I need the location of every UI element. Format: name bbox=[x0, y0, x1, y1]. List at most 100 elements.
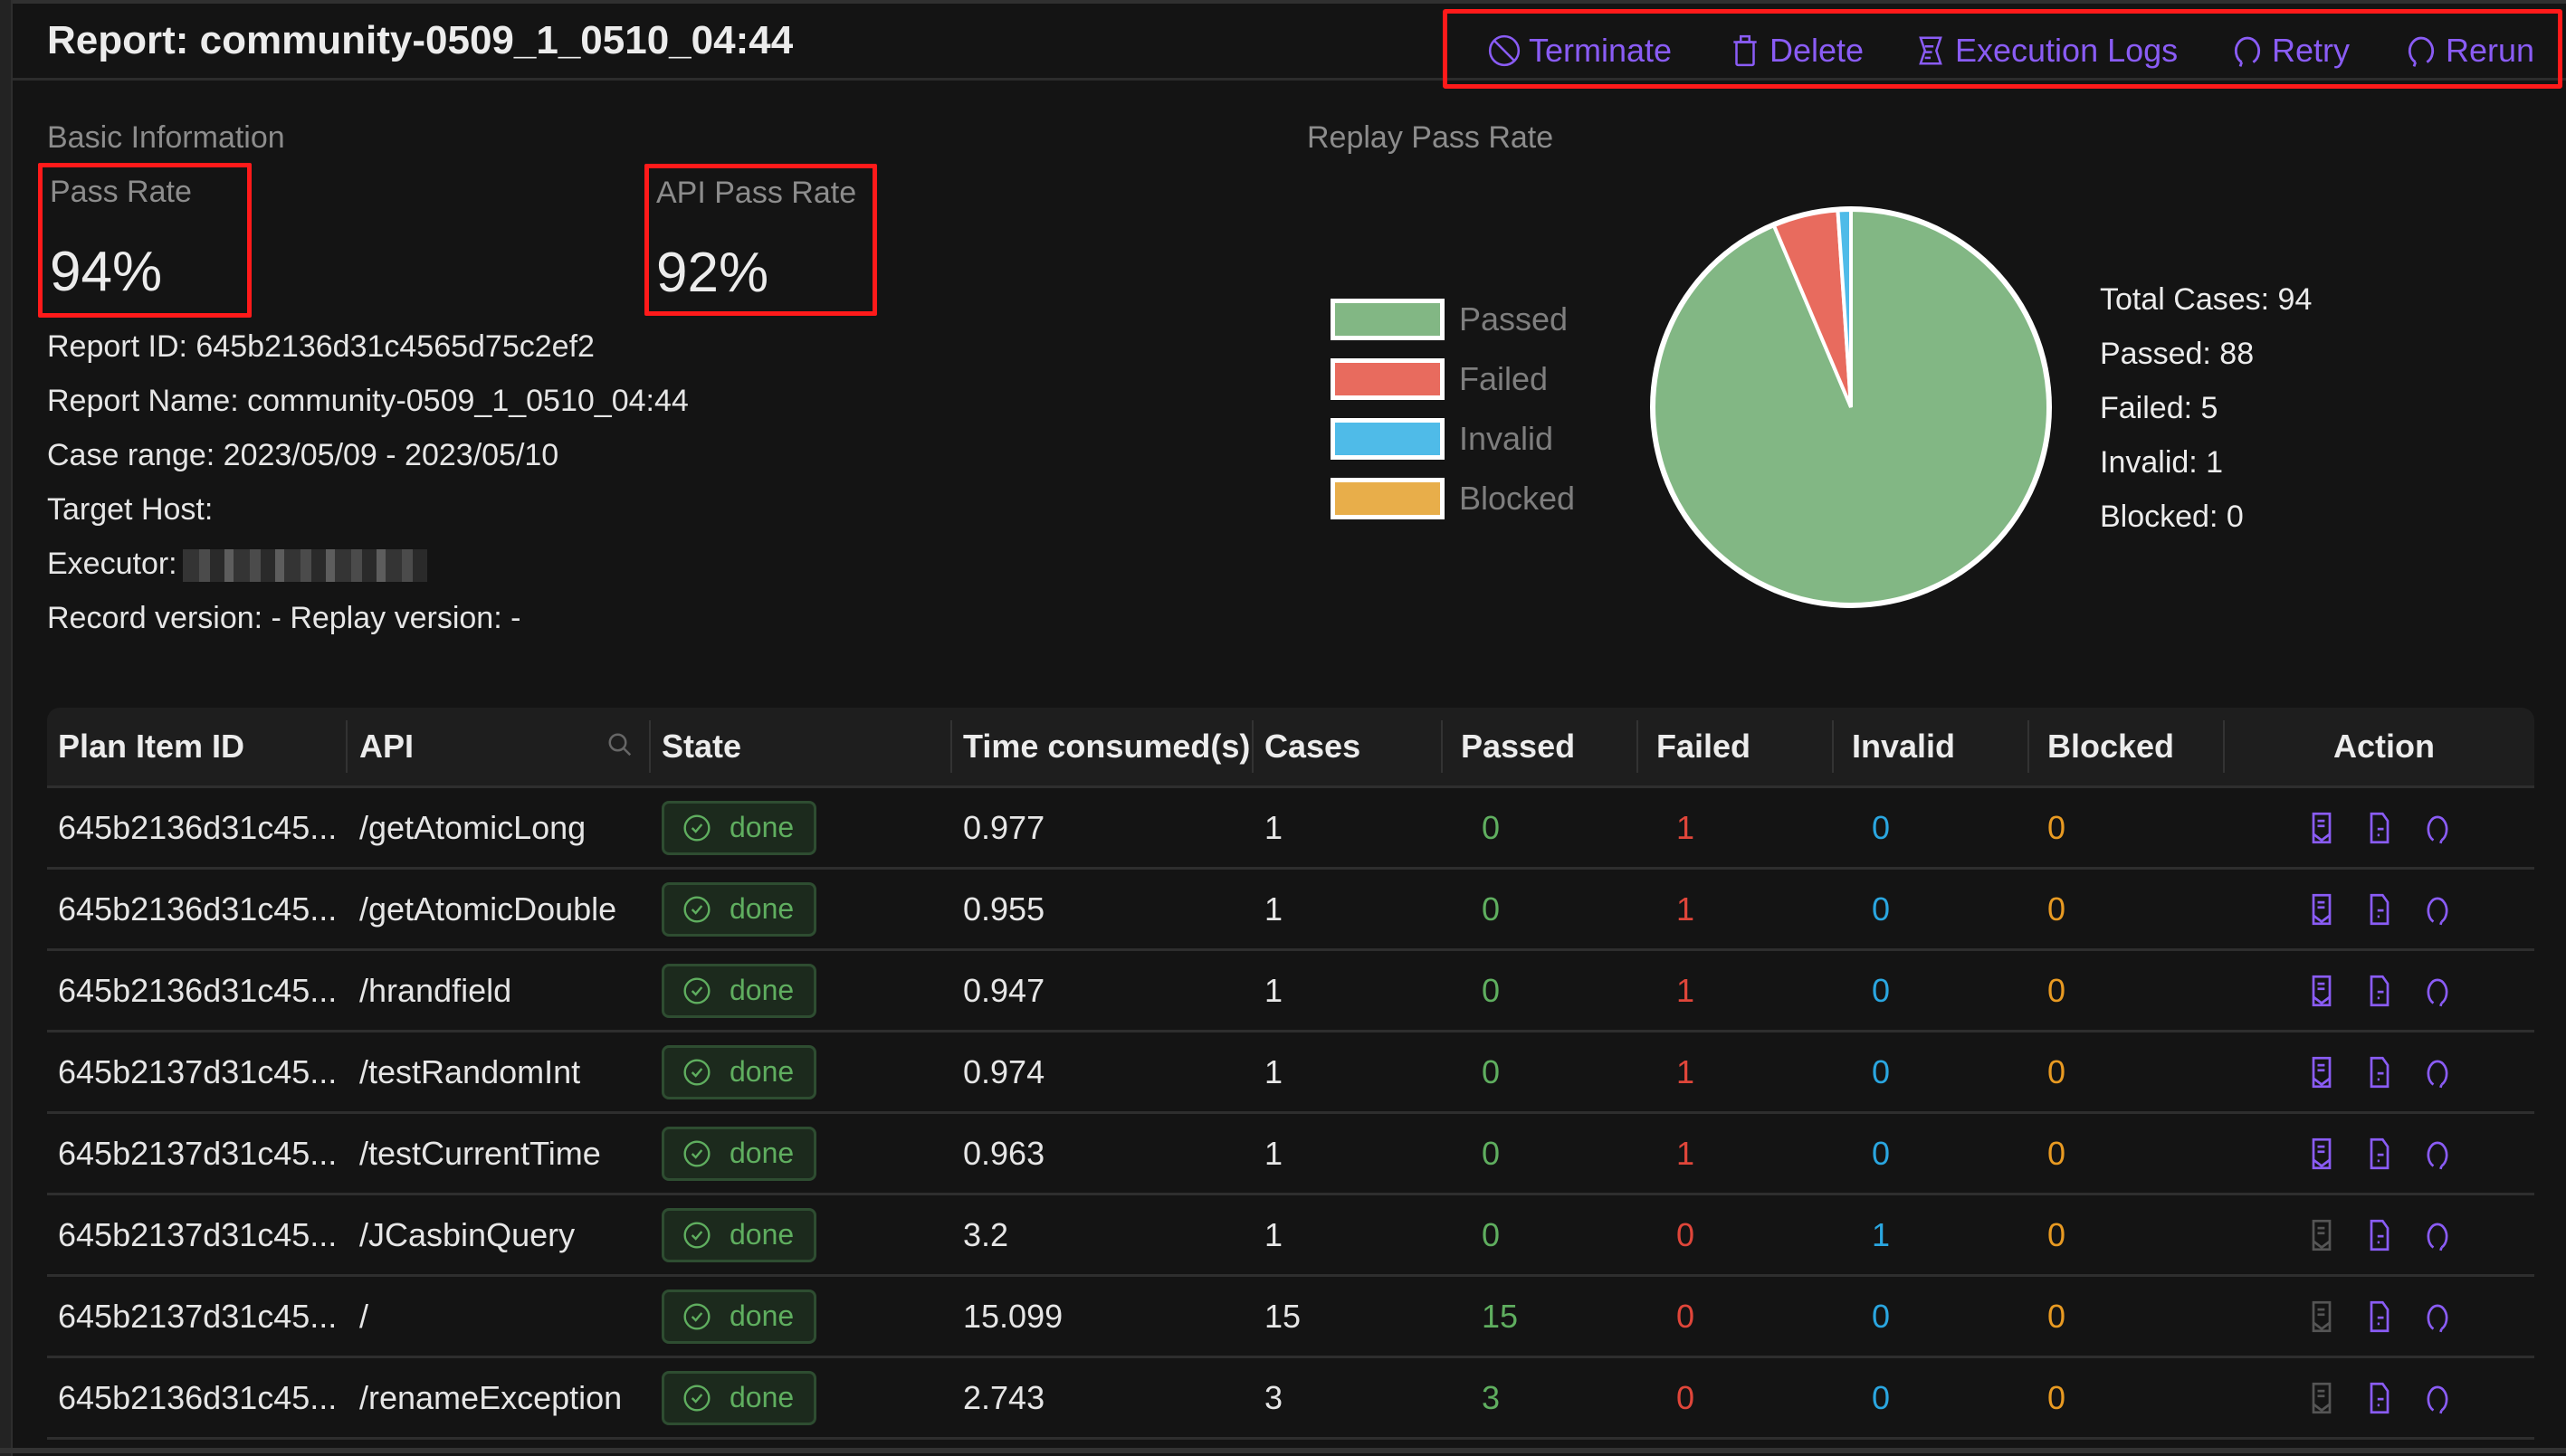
cell-plan-item-id[interactable]: 645b2137d31c45... bbox=[58, 1277, 337, 1356]
col-api[interactable]: API bbox=[359, 708, 414, 785]
table-row[interactable]: 645b2137d31c45... /JCasbinQuery done 3.2 1 0 0… bbox=[47, 1195, 2534, 1277]
col-passed[interactable]: Passed bbox=[1461, 708, 1575, 785]
file-detail-icon[interactable] bbox=[2364, 1137, 2395, 1170]
rerun-button[interactable]: Rerun bbox=[2404, 32, 2534, 70]
col-failed[interactable]: Failed bbox=[1656, 708, 1750, 785]
cell-api: /getAtomicDouble bbox=[359, 890, 617, 928]
refresh-icon[interactable] bbox=[2422, 893, 2453, 926]
refresh-icon[interactable] bbox=[2422, 1382, 2453, 1414]
cell-invalid: 0 bbox=[1872, 1378, 1891, 1416]
diff-report-icon[interactable] bbox=[2306, 1219, 2337, 1251]
file-detail-icon[interactable] bbox=[2364, 893, 2395, 926]
case-range: Case range: 2023/05/09 - 2023/05/10 bbox=[47, 438, 559, 472]
cell-failed: 1 bbox=[1676, 971, 1695, 1009]
legend-blocked[interactable]: Blocked bbox=[1331, 478, 1575, 519]
table-row[interactable]: 645b2136d31c45... /getAtomicDouble done 0.9… bbox=[47, 870, 2534, 951]
legend-passed[interactable]: Passed bbox=[1331, 299, 1568, 340]
cell-passed: 15 bbox=[1482, 1297, 1519, 1335]
file-detail-icon[interactable] bbox=[2364, 1056, 2395, 1089]
diff-report-icon[interactable] bbox=[2306, 893, 2337, 926]
execution-logs-button[interactable]: Execution Logs bbox=[1913, 32, 2178, 70]
diff-report-icon[interactable] bbox=[2306, 1382, 2337, 1414]
table-row[interactable]: 645b2136d31c45... /hrandfield done 0.947 1 0 1… bbox=[47, 951, 2534, 1033]
refresh-icon[interactable] bbox=[2422, 1300, 2453, 1333]
file-detail-icon[interactable] bbox=[2364, 1382, 2395, 1414]
file-detail-icon[interactable] bbox=[2364, 975, 2395, 1007]
refresh-icon bbox=[2408, 36, 2435, 67]
api-pass-rate-value: 92% bbox=[656, 242, 769, 304]
cell-blocked: 0 bbox=[2047, 1215, 2066, 1253]
legend-label-passed: Passed bbox=[1459, 300, 1569, 338]
table-row[interactable]: 645b2137d31c45... /testRandomInt done 0.974… bbox=[47, 1033, 2534, 1114]
legend-swatch-invalid bbox=[1331, 418, 1445, 460]
pass-rate-card: Pass Rate 94% bbox=[38, 163, 252, 318]
page-header: Report: community-0509_1_0510_04:44 Term… bbox=[13, 4, 2566, 89]
cell-state: done bbox=[662, 1277, 817, 1356]
cell-plan-item-id[interactable]: 645b2136d31c45... bbox=[58, 870, 337, 948]
cell-blocked: 0 bbox=[2047, 1052, 2066, 1090]
cell-failed: 0 bbox=[1676, 1297, 1695, 1335]
retry-button[interactable]: Retry bbox=[2230, 32, 2350, 70]
cell-plan-item-id[interactable]: 645b2136d31c45... bbox=[58, 788, 337, 867]
diff-report-icon[interactable] bbox=[2306, 812, 2337, 844]
legend-label-invalid: Invalid bbox=[1459, 420, 1554, 457]
col-time-consumed[interactable]: Time consumed(s) bbox=[963, 708, 1250, 785]
cell-state: done bbox=[662, 1358, 817, 1437]
col-plan-item-id[interactable]: Plan Item ID bbox=[58, 708, 244, 785]
table-row[interactable]: 645b2137d31c45... /testCurrentTime done 0.9… bbox=[47, 1114, 2534, 1195]
cell-plan-item-id[interactable]: 645b2137d31c45... bbox=[58, 1114, 337, 1193]
cell-state: done bbox=[662, 788, 817, 867]
cell-plan-item-id[interactable]: 645b2137d31c45... bbox=[58, 1033, 337, 1111]
file-detail-icon[interactable] bbox=[2364, 1219, 2395, 1251]
table-row[interactable]: 645b2137d31c45... / done 15.099 15 15 0 0 0 bbox=[47, 1277, 2534, 1358]
cell-time-consumed: 0.977 bbox=[963, 808, 1045, 846]
file-detail-icon[interactable] bbox=[2364, 1300, 2395, 1333]
cell-action bbox=[2306, 788, 2480, 867]
legend-invalid[interactable]: Invalid bbox=[1331, 418, 1553, 460]
diff-report-icon[interactable] bbox=[2306, 975, 2337, 1007]
check-circle-icon bbox=[683, 1302, 711, 1330]
check-circle-icon bbox=[683, 1221, 711, 1249]
col-separator bbox=[2027, 720, 2029, 773]
diff-report-icon[interactable] bbox=[2306, 1300, 2337, 1333]
status-text: done bbox=[730, 1137, 795, 1169]
cell-blocked: 0 bbox=[2047, 1378, 2066, 1416]
terminate-button[interactable]: Terminate bbox=[1487, 32, 1672, 70]
file-detail-icon[interactable] bbox=[2364, 812, 2395, 844]
delete-button[interactable]: Delete bbox=[1728, 32, 1864, 70]
cell-failed: 0 bbox=[1676, 1378, 1695, 1416]
col-separator bbox=[1441, 720, 1443, 773]
check-circle-icon bbox=[683, 1058, 711, 1086]
executor-label: Executor: bbox=[47, 547, 177, 581]
diff-report-icon[interactable] bbox=[2306, 1137, 2337, 1170]
cell-plan-item-id[interactable]: 645b2137d31c45... bbox=[58, 1195, 337, 1274]
refresh-icon[interactable] bbox=[2422, 812, 2453, 844]
cell-plan-item-id[interactable]: 645b2136d31c45... bbox=[58, 1358, 337, 1437]
col-cases[interactable]: Cases bbox=[1264, 708, 1360, 785]
stat-failed: Failed: 5 bbox=[2100, 391, 2218, 425]
cell-blocked: 0 bbox=[2047, 1134, 2066, 1172]
table-row[interactable]: 645b2136d31c45... /getAtomicLong done 0.977… bbox=[47, 788, 2534, 870]
col-state[interactable]: State bbox=[662, 708, 741, 785]
cell-passed: 0 bbox=[1482, 1052, 1501, 1090]
legend-swatch-blocked bbox=[1331, 478, 1445, 519]
refresh-icon[interactable] bbox=[2422, 1056, 2453, 1089]
search-icon[interactable] bbox=[606, 731, 634, 758]
refresh-icon[interactable] bbox=[2422, 975, 2453, 1007]
diff-report-icon[interactable] bbox=[2306, 1056, 2337, 1089]
table-row[interactable]: 645b2136d31c45... /renameException done 2.7… bbox=[47, 1358, 2534, 1440]
col-invalid[interactable]: Invalid bbox=[1852, 708, 1955, 785]
refresh-icon[interactable] bbox=[2422, 1219, 2453, 1251]
table-header: Plan Item ID API State Time consumed(s) … bbox=[47, 708, 2534, 788]
delete-label: Delete bbox=[1769, 32, 1865, 69]
legend-failed[interactable]: Failed bbox=[1331, 358, 1548, 400]
col-blocked[interactable]: Blocked bbox=[2047, 708, 2174, 785]
refresh-icon[interactable] bbox=[2422, 1137, 2453, 1170]
check-circle-icon bbox=[683, 1384, 711, 1412]
col-separator bbox=[1832, 720, 1834, 773]
col-separator bbox=[649, 720, 651, 773]
cell-plan-item-id[interactable]: 645b2136d31c45... bbox=[58, 951, 337, 1030]
status-text: done bbox=[730, 974, 795, 1006]
replay-pass-rate-heading: Replay Pass Rate bbox=[1307, 120, 1554, 155]
col-separator bbox=[2223, 720, 2225, 773]
